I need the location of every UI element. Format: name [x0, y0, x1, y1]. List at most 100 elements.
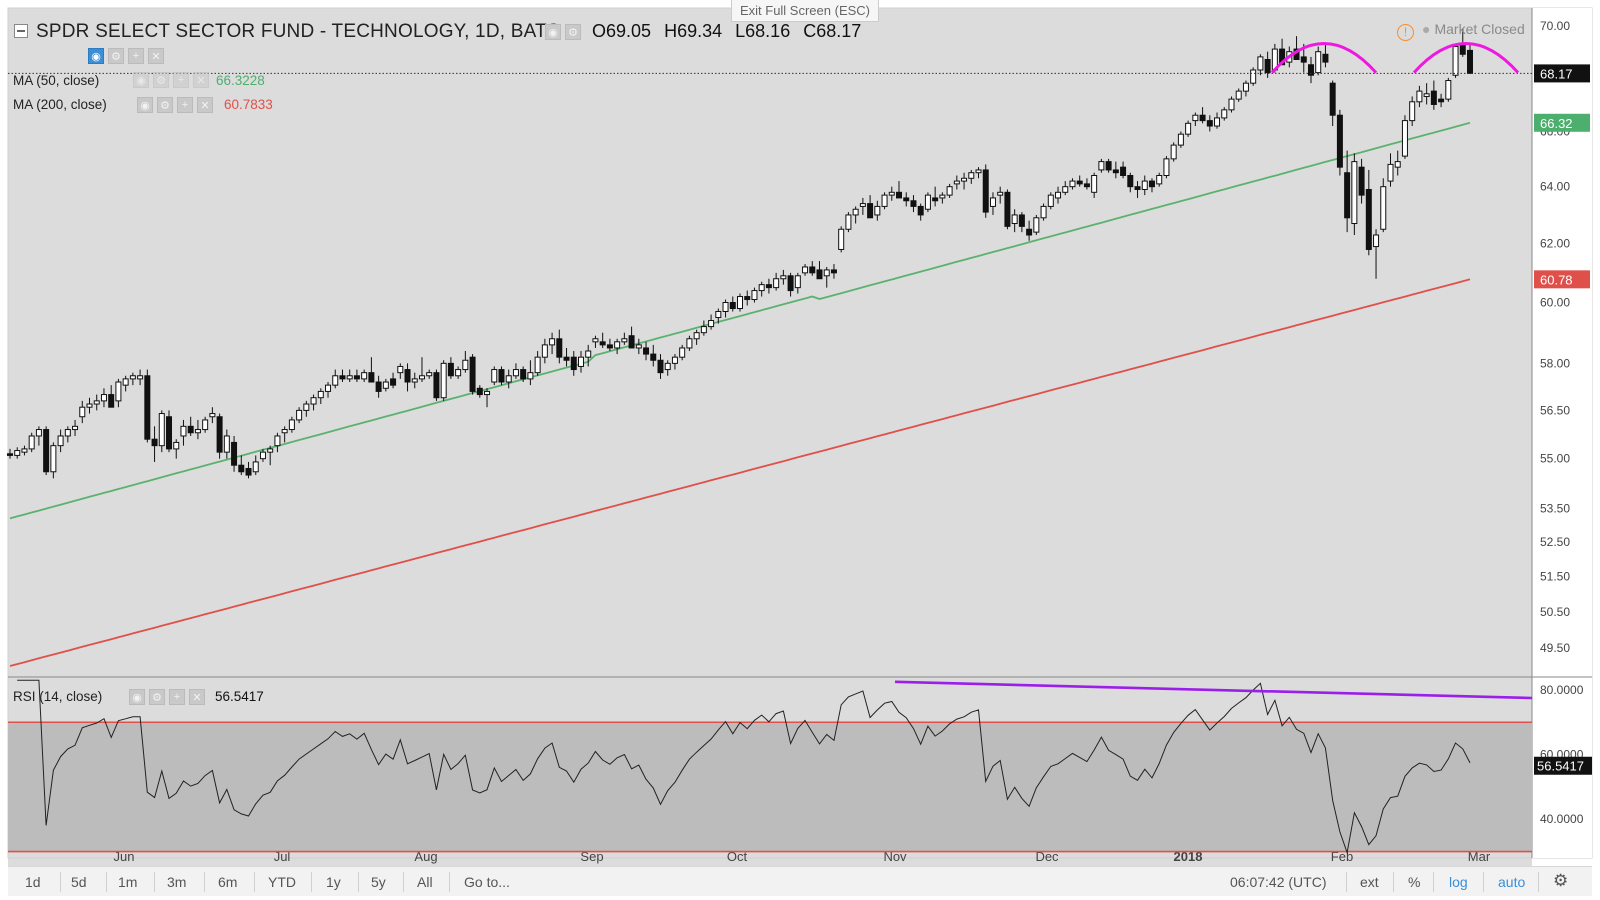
gear-icon[interactable]: ⚙ [149, 689, 165, 705]
gear-icon[interactable]: ⚙ [565, 24, 581, 40]
warning-icon[interactable]: ! [1397, 24, 1414, 41]
candle-down [830, 269, 837, 274]
candle-up [773, 278, 780, 289]
candle-down [910, 200, 917, 207]
candle-down [108, 394, 115, 408]
candle-down [1322, 53, 1329, 63]
candle-up [989, 197, 996, 207]
plus-icon[interactable]: + [173, 72, 189, 88]
candle-up [888, 191, 895, 196]
percent-toggle[interactable]: % [1408, 874, 1420, 890]
log-toggle[interactable]: log [1449, 874, 1468, 890]
eye-icon[interactable]: ◉ [137, 97, 153, 113]
rsi-value: 56.5417 [215, 689, 264, 704]
candle-up [129, 375, 136, 380]
candle-up [440, 362, 447, 399]
candle-up [223, 435, 230, 453]
candle-up [1409, 101, 1416, 122]
gear-icon[interactable]: ⚙ [157, 97, 173, 113]
candle-down [570, 356, 577, 371]
candle-up [274, 435, 281, 447]
exit-fullscreen-button[interactable]: Exit Full Screen (ESC) [731, 0, 879, 22]
clock-readout[interactable]: 06:07:42 (UTC) [1230, 874, 1326, 890]
open-value: O69.05 [592, 21, 652, 41]
ext-toggle[interactable]: ext [1360, 874, 1379, 890]
candle-up [679, 347, 686, 358]
candle-up [35, 429, 42, 437]
tf-all[interactable]: All [417, 874, 433, 890]
candle-up [180, 425, 187, 437]
gear-icon[interactable]: ⚙ [108, 48, 124, 64]
tf-5d[interactable]: 5d [71, 874, 87, 890]
candle-up [21, 448, 28, 453]
close-icon[interactable]: ✕ [197, 97, 213, 113]
candle-up [1163, 158, 1170, 177]
tf-3m[interactable]: 3m [167, 874, 186, 890]
close-icon[interactable]: ✕ [193, 72, 209, 88]
candle-up [1170, 144, 1177, 160]
candle-down [1105, 161, 1112, 171]
candle [881, 192, 888, 210]
candle-up [411, 378, 418, 383]
ma200-legend[interactable]: MA (200, close) [13, 97, 107, 112]
candle-down [744, 296, 751, 301]
eye-icon[interactable]: ◉ [545, 24, 561, 40]
candle-down [1365, 188, 1372, 250]
gear-icon[interactable]: ⚙ [153, 72, 169, 88]
ma50-legend[interactable]: MA (50, close) [13, 73, 99, 88]
candle-up [303, 403, 310, 411]
candle-down [606, 344, 613, 349]
candle [1004, 189, 1011, 230]
y-tick-label: 56.50 [1540, 403, 1570, 417]
auto-toggle[interactable]: auto [1498, 874, 1525, 890]
candle-down [231, 441, 238, 466]
tf-1m[interactable]: 1m [118, 874, 137, 890]
rsi-legend[interactable]: RSI (14, close) [13, 689, 102, 704]
candle-up [93, 400, 100, 405]
candle-up [14, 450, 21, 456]
candle-up [28, 435, 35, 450]
last-price-tag-text: 68.17 [1540, 66, 1573, 81]
plus-icon[interactable]: + [177, 97, 193, 113]
close-icon[interactable]: ✕ [189, 689, 205, 705]
tf-ytd[interactable]: YTD [268, 874, 296, 890]
candle-up [585, 350, 592, 358]
goto-button[interactable]: Go to... [464, 874, 510, 890]
tf-1d[interactable]: 1d [25, 874, 41, 890]
candle-down [1148, 180, 1155, 188]
candle-down [447, 362, 454, 377]
settings-gear-icon[interactable]: ⚙ [1553, 871, 1568, 891]
eye-icon[interactable]: ◉ [133, 72, 149, 88]
candle [1336, 109, 1343, 176]
candle-up [296, 409, 303, 421]
candle-up [1242, 82, 1249, 92]
candle-up [1047, 194, 1054, 207]
y-tick-label: 50.50 [1540, 605, 1570, 619]
candle-up [621, 338, 628, 343]
candle-up [968, 172, 975, 179]
candle-down [765, 284, 772, 289]
candle-down [1459, 43, 1466, 55]
candle-up [1091, 175, 1098, 193]
candle-up [317, 390, 324, 399]
candle-up [173, 441, 180, 450]
candle-up [1228, 98, 1235, 111]
chart-canvas[interactable]: 70.0068.0066.0064.0062.0060.0058.0056.50… [0, 0, 1600, 900]
collapse-icon[interactable] [14, 24, 28, 38]
plus-icon[interactable]: + [128, 48, 144, 64]
candle [28, 432, 35, 453]
candle-down [1329, 82, 1336, 116]
eye-icon[interactable]: ◉ [129, 689, 145, 705]
tf-6m[interactable]: 6m [218, 874, 237, 890]
candle-up [953, 180, 960, 185]
close-icon[interactable]: ✕ [148, 48, 164, 64]
candle-down [151, 438, 158, 447]
tf-5y[interactable]: 5y [371, 874, 386, 890]
tf-1y[interactable]: 1y [326, 874, 341, 890]
candle-down [245, 467, 252, 476]
candle [440, 360, 447, 401]
plus-icon[interactable]: + [169, 689, 185, 705]
candle-up [1055, 191, 1062, 199]
candle-down [628, 335, 635, 349]
eye-icon[interactable]: ◉ [88, 48, 104, 64]
